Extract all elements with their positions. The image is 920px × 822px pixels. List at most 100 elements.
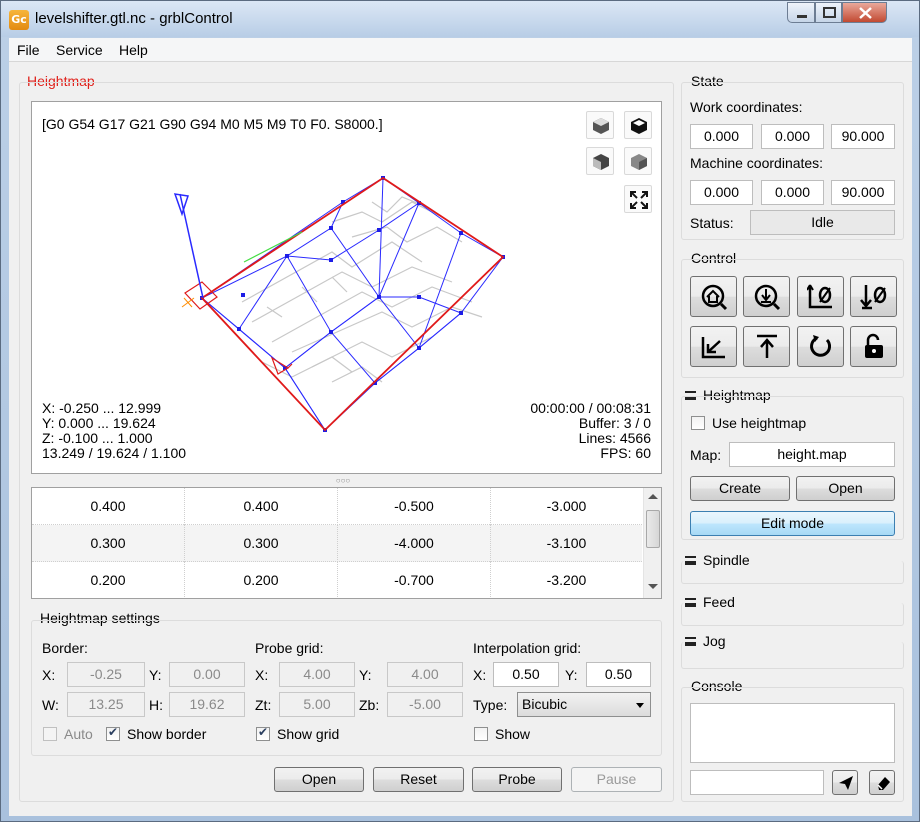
eraser-icon — [877, 777, 890, 790]
machine-coordinates-label: Machine coordinates: — [690, 155, 824, 171]
status-label: Status: — [690, 215, 734, 231]
probe-zb-field[interactable]: -5.00 — [387, 692, 463, 717]
interp-type-value: Bicubic — [522, 696, 568, 712]
interp-type-select[interactable]: Bicubic — [517, 692, 651, 717]
border-w-field[interactable]: 13.25 — [67, 692, 145, 717]
probe-x-field[interactable]: 4.00 — [279, 662, 355, 687]
console-output[interactable] — [690, 703, 895, 763]
close-icon — [859, 7, 872, 19]
open-heightmap-button[interactable]: Open — [274, 767, 364, 792]
machine-z-field: 90.000 — [831, 180, 895, 205]
interp-y-field[interactable]: 0.50 — [586, 662, 651, 687]
jog-section-group — [681, 642, 904, 669]
border-h-field[interactable]: 19.62 — [169, 692, 245, 717]
z-probe-icon — [754, 284, 781, 311]
interp-y-label: Y: — [565, 667, 578, 683]
border-h-label: H: — [149, 697, 163, 713]
maximize-button[interactable] — [815, 2, 842, 23]
show-grid-checkbox[interactable] — [256, 725, 270, 741]
menu-service[interactable]: Service — [56, 42, 103, 58]
table-cell[interactable]: -3.200 — [491, 562, 642, 598]
overlay-fps: FPS: 60 — [600, 445, 651, 461]
unlock-button[interactable] — [850, 326, 897, 367]
probe-x-label: X: — [255, 667, 269, 683]
menu-file[interactable]: File — [17, 42, 40, 58]
border-y-field[interactable]: 0.00 — [169, 662, 245, 687]
auto-checkbox[interactable] — [43, 727, 57, 741]
table-row[interactable]: 0.200 0.200 -0.700 -3.200 — [32, 562, 642, 598]
close-button[interactable] — [842, 2, 887, 23]
overlay-time: 00:00:00 / 00:08:31 — [530, 400, 651, 416]
probe-button[interactable]: Probe — [472, 767, 562, 792]
table-scrollbar[interactable] — [643, 488, 661, 598]
table-cell[interactable]: -0.500 — [338, 488, 491, 525]
create-heightmap-button[interactable]: Create — [690, 476, 790, 501]
table-row[interactable]: 0.300 0.300 -4.000 -3.100 — [32, 525, 642, 562]
open-map-button[interactable]: Open — [796, 476, 895, 501]
table-cell[interactable]: -0.700 — [338, 562, 491, 598]
table-cell[interactable]: 0.200 — [32, 562, 185, 598]
menu-help[interactable]: Help — [119, 42, 148, 58]
table-cell[interactable]: 0.300 — [32, 525, 185, 562]
send-command-button[interactable] — [832, 770, 858, 795]
zero-z-button[interactable] — [850, 276, 897, 317]
scroll-thumb[interactable] — [646, 510, 660, 548]
reset-button-control[interactable] — [797, 326, 844, 367]
work-y-field: 0.000 — [761, 124, 824, 149]
table-cell[interactable]: -3.100 — [491, 525, 642, 562]
safe-position-button[interactable] — [743, 326, 790, 367]
overlay-x-range: X: -0.250 ... 12.999 — [42, 400, 162, 416]
zero-xy-button[interactable] — [797, 276, 844, 317]
restore-origin-button[interactable] — [690, 326, 737, 367]
zero-z-icon — [860, 285, 887, 310]
overlay-z-range: Z: -0.100 ... 1.000 — [42, 430, 153, 446]
splitter-handle[interactable]: ○○○ — [331, 477, 355, 485]
home-button[interactable] — [690, 276, 737, 317]
show-interp-checkbox[interactable] — [474, 727, 488, 741]
window-title: levelshifter.gtl.nc - grblControl — [35, 10, 233, 27]
table-row[interactable]: 0.400 0.400 -0.500 -3.000 — [32, 488, 642, 525]
app-icon: Gc — [9, 10, 29, 30]
title-bar: Gc levelshifter.gtl.nc - grblControl — [1, 1, 919, 37]
machine-y-field: 0.000 — [761, 180, 824, 205]
show-border-label: Show border — [127, 726, 207, 742]
main-window: Gc levelshifter.gtl.nc - grblControl Fil… — [0, 0, 920, 822]
show-interp-label: Show — [495, 726, 531, 742]
table-cell[interactable]: 0.400 — [185, 488, 338, 525]
edit-mode-button[interactable]: Edit mode — [690, 511, 895, 536]
coordinates-overlay: X: -0.250 ... 12.999 Y: 0.000 ... 19.624… — [42, 401, 186, 461]
z-probe-button[interactable] — [743, 276, 790, 317]
use-heightmap-checkbox[interactable] — [691, 416, 705, 430]
table-cell[interactable]: 0.400 — [32, 488, 185, 525]
probe-zt-field[interactable]: 5.00 — [279, 692, 355, 717]
scroll-up-icon[interactable] — [648, 494, 658, 499]
status-badge: Idle — [750, 210, 895, 235]
map-label: Map: — [690, 447, 722, 463]
overlay-y-range: Y: 0.000 ... 19.624 — [42, 415, 156, 431]
table-cell[interactable]: -3.000 — [491, 488, 642, 525]
3d-viewer[interactable]: [G0 G54 G17 G21 G90 G94 M0 M5 M9 T0 F0. … — [31, 101, 662, 474]
interp-x-field[interactable]: 0.50 — [493, 662, 559, 687]
table-cell[interactable]: 0.200 — [185, 562, 338, 598]
console-command-input[interactable] — [690, 770, 824, 795]
pause-button[interactable]: Pause — [571, 767, 662, 792]
show-grid-label: Show grid — [277, 726, 340, 742]
probe-y-label: Y: — [359, 667, 372, 683]
scroll-down-icon[interactable] — [648, 584, 658, 589]
minimize-button[interactable] — [787, 2, 815, 23]
stats-overlay: 00:00:00 / 00:08:31 Buffer: 3 / 0 Lines:… — [530, 401, 651, 461]
reset-icon — [810, 335, 832, 357]
reset-button[interactable]: Reset — [373, 767, 464, 792]
border-x-field[interactable]: -0.25 — [67, 662, 145, 687]
table-cell[interactable]: 0.300 — [185, 525, 338, 562]
probe-y-field[interactable]: 4.00 — [387, 662, 463, 687]
show-border-checkbox[interactable] — [106, 725, 120, 741]
table-cell[interactable]: -4.000 — [338, 525, 491, 562]
map-file-field[interactable]: height.map — [729, 442, 895, 467]
border-w-label: W: — [42, 697, 59, 713]
unlock-icon — [865, 333, 883, 358]
heightmap-table[interactable]: 0.400 0.400 -0.500 -3.000 0.300 0.300 -4… — [31, 487, 662, 599]
chevron-down-icon — [636, 703, 644, 708]
safe-position-icon — [757, 334, 777, 358]
clear-console-button[interactable] — [869, 770, 895, 795]
